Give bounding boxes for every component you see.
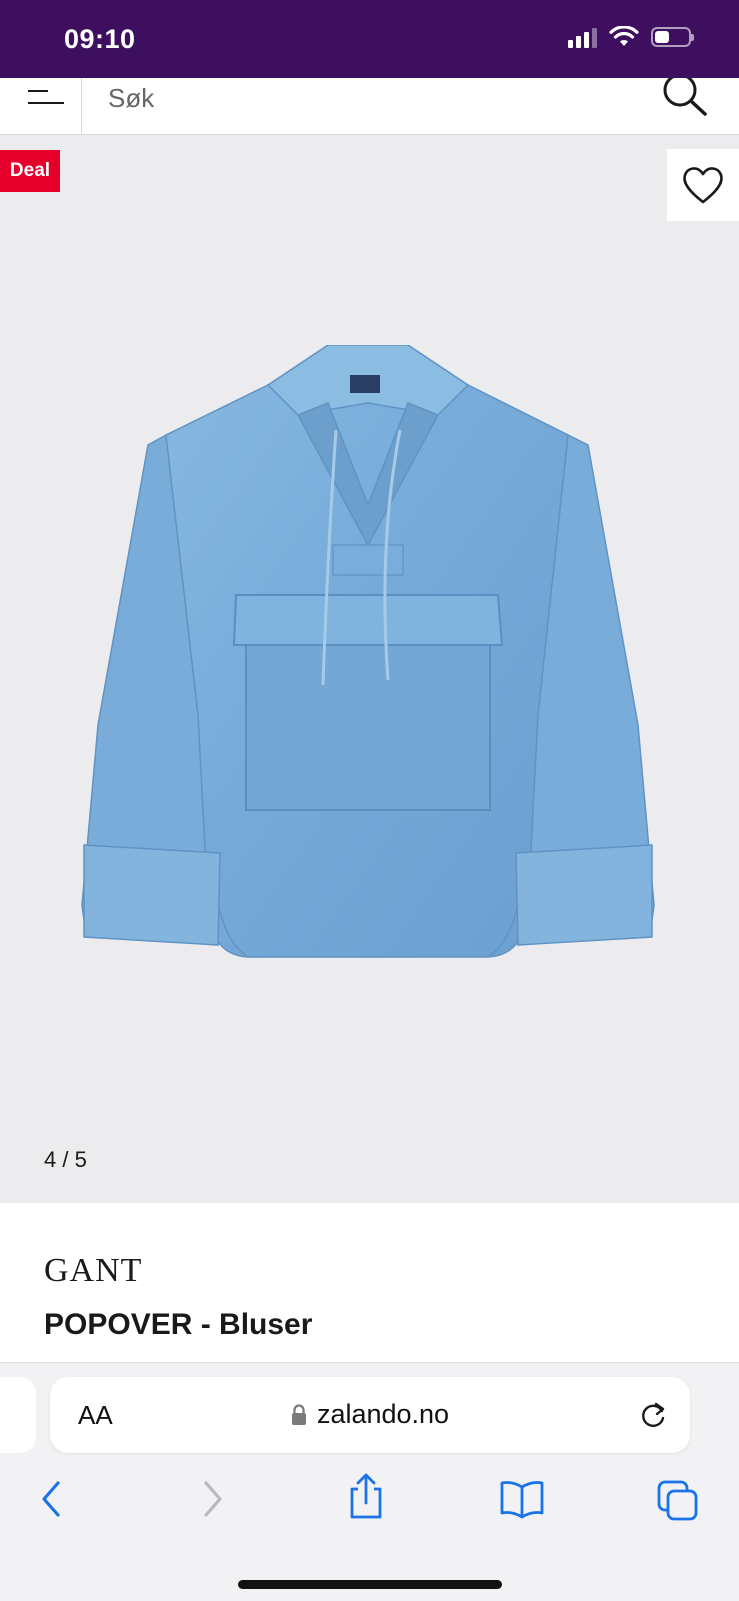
brand-name[interactable]: GANT — [44, 1252, 142, 1290]
search-header — [0, 78, 739, 135]
browser-toolbar-area: AA zalando.no — [0, 1362, 739, 1601]
home-indicator — [238, 1580, 502, 1589]
browser-navigation-toolbar — [0, 1473, 739, 1539]
wifi-icon — [609, 26, 639, 46]
search-input[interactable] — [108, 78, 628, 118]
address-bar[interactable]: AA zalando.no — [50, 1377, 690, 1453]
deal-badge: Deal — [0, 150, 60, 192]
product-image — [81, 345, 655, 958]
bookmarks-icon[interactable] — [498, 1479, 546, 1519]
heart-icon — [683, 167, 723, 204]
image-counter: 4 / 5 — [44, 1147, 87, 1172]
status-icons — [568, 26, 694, 48]
tabs-icon[interactable] — [656, 1479, 700, 1521]
forward-icon[interactable] — [200, 1479, 224, 1519]
product-gallery[interactable]: Deal 4 / 5 — [0, 135, 739, 1203]
wishlist-button[interactable] — [667, 149, 739, 221]
product-title: POPOVER - Bluser — [44, 1308, 313, 1341]
url-display[interactable]: zalando.no — [50, 1399, 690, 1430]
status-time: 09:10 — [64, 24, 136, 54]
battery-level — [655, 31, 669, 43]
previous-tab-preview[interactable] — [0, 1377, 36, 1453]
url-text: zalando.no — [316, 1399, 450, 1429]
status-bar: 09:10 — [0, 0, 739, 78]
battery-icon — [651, 27, 694, 47]
lock-icon — [291, 1403, 306, 1425]
share-icon[interactable] — [346, 1471, 386, 1521]
menu-icon-line — [28, 90, 48, 92]
cellular-signal-icon — [568, 26, 597, 48]
search-icon[interactable] — [661, 78, 709, 120]
reload-icon[interactable] — [638, 1399, 668, 1431]
menu-icon-line — [28, 102, 64, 104]
menu-button[interactable] — [0, 78, 82, 134]
back-icon[interactable] — [40, 1479, 64, 1519]
